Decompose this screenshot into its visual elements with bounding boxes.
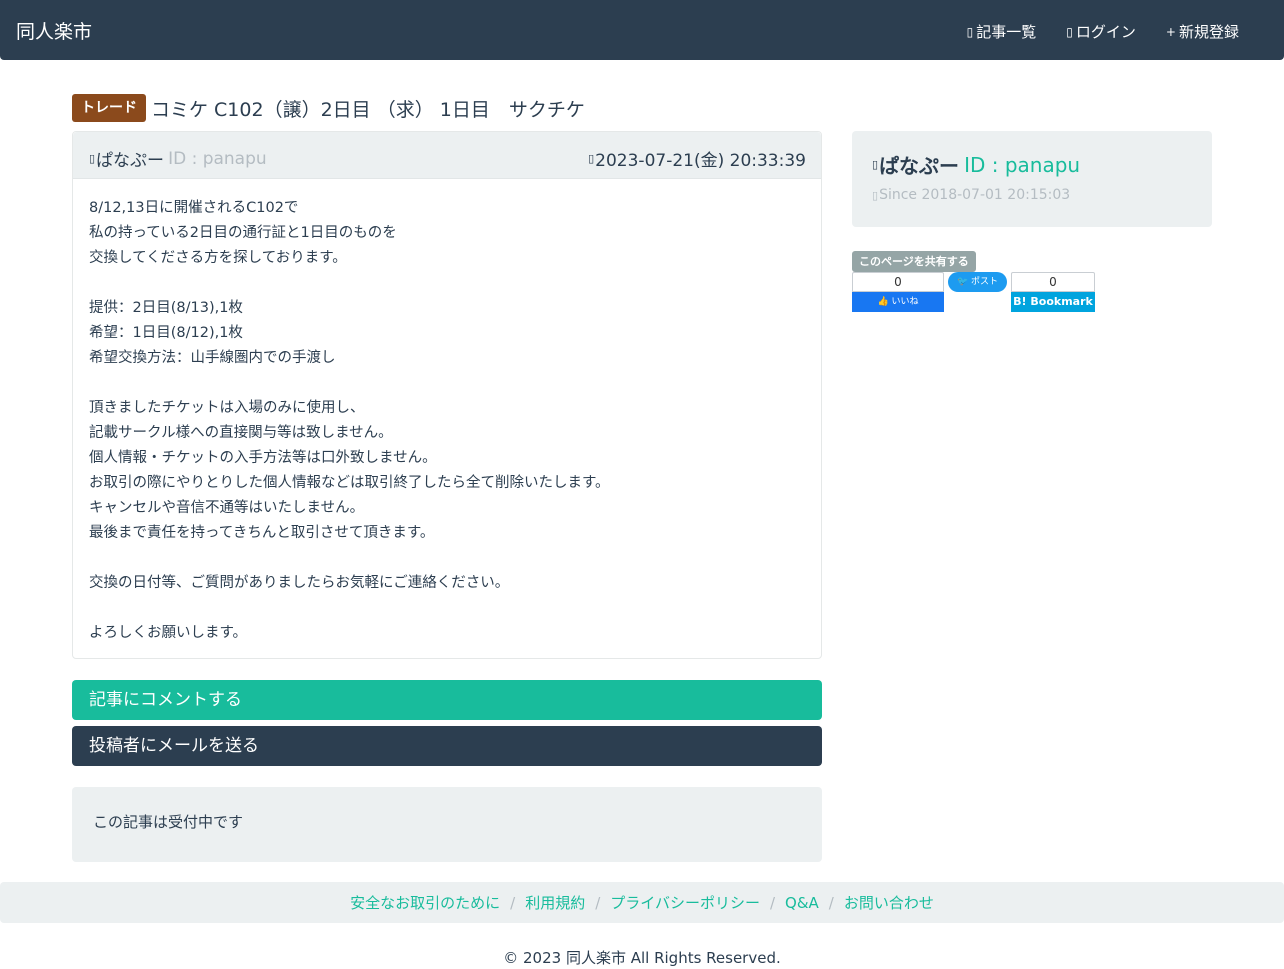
footer-link[interactable]: 利用規約 — [525, 892, 585, 913]
comment-button[interactable]: 記事にコメントする — [72, 680, 822, 720]
post-body-line: よろしくお願いします。 — [89, 625, 248, 641]
post-body-line: 提供：2日目(8/13),1枚 — [89, 300, 243, 316]
trade-badge: トレード — [72, 94, 146, 122]
profile-since-text: Since 2018-07-01 20:15:03 — [879, 187, 1071, 203]
clock-icon: ▯ — [588, 152, 595, 165]
author-profile-panel: ▯ ぱなぷー ID : panapu ▯ Since 2018-07-01 20… — [852, 131, 1212, 227]
post-body-line: 私の持っている2日目の通行証と1日目のものを — [89, 225, 397, 241]
post-author[interactable]: ▯ ぱなぷー ID : panapu — [89, 146, 267, 172]
post-title: コミケ C102（譲）2日目 （求） 1日目 サクチケ — [151, 98, 585, 121]
footer-separator: / — [510, 893, 516, 912]
footer-link[interactable]: Q&A — [785, 894, 819, 912]
footer-separator: / — [769, 893, 776, 912]
mail-author-button[interactable]: 投稿者にメールを送る — [72, 726, 822, 766]
hatena-bookmark-button[interactable]: B! Bookmark — [1011, 292, 1095, 312]
footer-separator: / — [828, 893, 834, 912]
post-card: ▯ ぱなぷー ID : panapu ▯ 2023-07-21(金) 20:33… — [72, 131, 822, 659]
post-card-header: ▯ ぱなぷー ID : panapu ▯ 2023-07-21(金) 20:33… — [73, 132, 821, 179]
post-body-line: 頂きましたチケットは入場のみに使用し、 — [89, 400, 365, 416]
nav-links: ▯ 記事一覧 ▯ ログイン + 新規登録 — [967, 21, 1239, 42]
status-text: この記事は受付中です — [93, 813, 244, 831]
copyright: © 2023 同人楽市 All Rights Reserved. — [503, 949, 781, 967]
profile-name[interactable]: ▯ ぱなぷー ID : panapu — [872, 150, 1080, 179]
top-navbar: 同人楽市 ▯ 記事一覧 ▯ ログイン + 新規登録 — [0, 0, 1284, 60]
nav-article-list[interactable]: ▯ 記事一覧 — [967, 21, 1037, 42]
clock-icon: ▯ — [872, 188, 879, 202]
twitter-share-button[interactable]: 🐦 ポスト — [948, 272, 1007, 292]
facebook-like-button[interactable]: 👍 いいね — [852, 292, 944, 312]
post-body-line: 記載サークル様への直接関与等は致しません。 — [89, 425, 393, 441]
post-body-line: 個人情報・チケットの入手方法等は口外致しません。 — [89, 450, 437, 466]
nav-article-list-label: 記事一覧 — [976, 23, 1037, 41]
post-body-line — [89, 546, 805, 571]
author-name: ぱなぷー — [96, 151, 165, 171]
status-panel: この記事は受付中です — [72, 787, 822, 862]
hatena-bookmark-count: 0 — [1011, 272, 1095, 292]
list-icon: ▯ — [966, 24, 974, 39]
nav-register[interactable]: + 新規登録 — [1166, 21, 1239, 42]
site-brand[interactable]: 同人楽市 — [16, 17, 92, 44]
login-icon: ▯ — [1066, 24, 1073, 39]
hatena-bookmark-widget[interactable]: 0 B! Bookmark — [1011, 272, 1095, 312]
nav-login[interactable]: ▯ ログイン — [1066, 21, 1136, 42]
footer-separator: / — [595, 893, 601, 912]
post-body-line: お取引の際にやりとりした個人情報などは取引終了したら全て削除いたします。 — [89, 475, 610, 491]
footer-link[interactable]: プライバシーポリシー — [610, 892, 760, 913]
post-date: ▯ 2023-07-21(金) 20:33:39 — [588, 146, 806, 171]
footer-nav: 安全なお取引のために / 利用規約 / プライバシーポリシー / Q&A / お問い合わせ — [0, 882, 1284, 923]
profile-since: ▯ Since 2018-07-01 20:15:03 — [872, 187, 1070, 203]
post-body-line: 8/12,13日に開催されるC102で — [89, 200, 299, 216]
plus-icon: + — [1165, 24, 1176, 39]
post-body-line: 希望：1日目(8/12),1枚 — [89, 325, 243, 341]
post-body-line: 交換してくださる方を探しております。 — [89, 250, 347, 266]
post-body-line: キャンセルや音信不通等はいたしません。 — [89, 500, 365, 516]
nav-login-label: ログイン — [1075, 23, 1136, 41]
author-id: ID : panapu — [168, 148, 267, 169]
share-label: このページを共有する — [852, 251, 976, 272]
footer-link[interactable]: お問い合わせ — [844, 892, 934, 913]
profile-id: ID : panapu — [964, 152, 1081, 177]
user-icon: ▯ — [89, 152, 96, 165]
post-body-line — [89, 596, 805, 621]
post-body-line: 希望交換方法：山手線圏内での手渡し — [89, 350, 336, 366]
profile-display-name: ぱなぷー — [879, 154, 960, 178]
post-title-row: トレード コミケ C102（譲）2日目 （求） 1日目 サクチケ — [72, 94, 585, 122]
footer-link[interactable]: 安全なお取引のために — [350, 892, 500, 913]
post-body-line — [89, 371, 805, 396]
post-body: 8/12,13日に開催されるC102で私の持っている2日目の通行証と1日目のもの… — [73, 179, 821, 663]
facebook-like-count: 0 — [852, 272, 944, 292]
user-icon: ▯ — [872, 158, 879, 171]
post-body-line: 交換の日付等、ご質問がありましたらお気軽にご連絡ください。 — [89, 575, 510, 591]
nav-register-label: 新規登録 — [1178, 23, 1239, 41]
post-body-line — [89, 271, 805, 296]
facebook-like-widget[interactable]: 0 👍 いいね — [852, 272, 944, 312]
post-body-line: 最後まで責任を持ってきちんと取引させて頂きます。 — [89, 525, 435, 541]
post-date-text: 2023-07-21(金) 20:33:39 — [595, 151, 806, 171]
